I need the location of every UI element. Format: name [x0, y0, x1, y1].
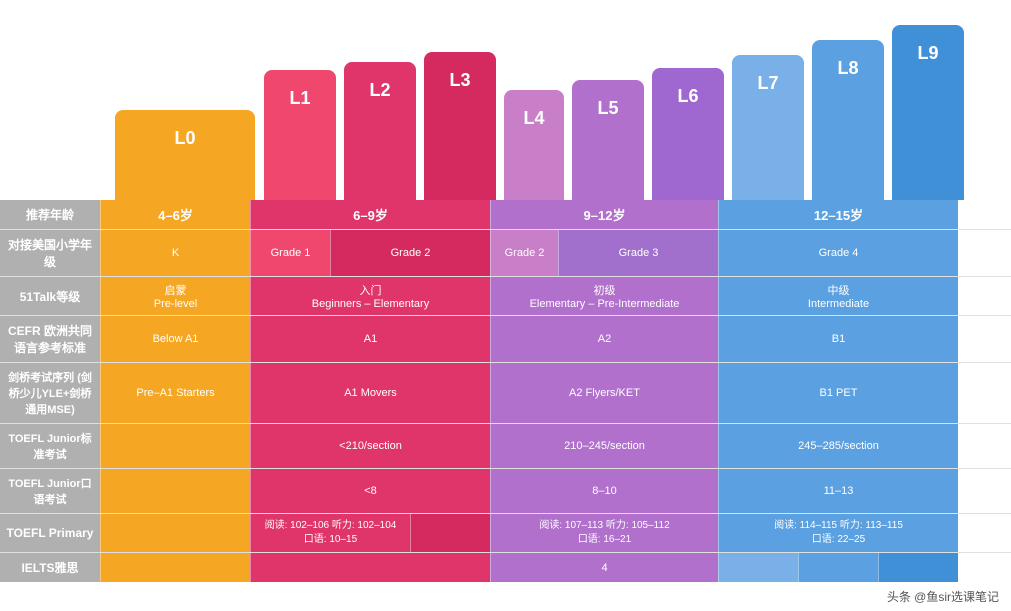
cell-toefl-jr-std-L123: <210/section	[250, 424, 490, 468]
cell-grade-L23: Grade 2	[330, 230, 490, 276]
cell-age-L456: 9–12岁	[490, 200, 718, 229]
row-toefl-primary: TOEFL Primary 阅读: 102–106 听力: 102–104 口语…	[0, 514, 1011, 553]
cell-toefl-p-L789: 阅读: 114–115 听力: 113–115 口语: 22–25	[718, 514, 958, 552]
label-age: 推荐年龄	[0, 200, 100, 229]
cell-age-L123: 6–9岁	[250, 200, 490, 229]
label-ielts: IELTS雅思	[0, 553, 100, 582]
cell-toefl-p-L12: 阅读: 102–106 听力: 102–104 口语: 10–15	[250, 514, 410, 552]
cell-ielts-L456: 4	[490, 553, 718, 582]
cell-ielts-L8	[798, 553, 878, 582]
label-toefl-jr-std: TOEFL Junior标准考试	[0, 424, 100, 468]
bar-L3: L3	[420, 52, 500, 200]
bars-section: L0 L1 L2 L3	[0, 0, 1011, 200]
cell-toefl-jr-sp-L456: 8–10	[490, 469, 718, 513]
cell-51talk-L789: 中级 Intermediate	[718, 277, 958, 315]
bar-L1: L1	[260, 70, 340, 200]
watermark: 头条 @鱼sir选课笔记	[0, 582, 1011, 611]
label-cefr: CEFR 欧洲共同语言参考标准	[0, 316, 100, 362]
label-toefl-primary: TOEFL Primary	[0, 514, 100, 552]
label-toefl-jr-sp: TOEFL Junior口语考试	[0, 469, 100, 513]
cell-toefl-jr-std-L0	[100, 424, 250, 468]
cell-grade-L56: Grade 3	[558, 230, 718, 276]
cell-grade-L1: Grade 1	[250, 230, 330, 276]
bar-L6: L6	[648, 68, 728, 200]
row-cambridge: 剑桥考试序列 (剑桥少儿YLE+剑桥通用MSE) Pre–A1 Starters…	[0, 363, 1011, 424]
bar-L4: L4	[500, 90, 568, 200]
row-cefr: CEFR 欧洲共同语言参考标准 Below A1 A1 A2 B1	[0, 316, 1011, 363]
cell-ielts-L123	[250, 553, 490, 582]
row-toefl-jr-std: TOEFL Junior标准考试 <210/section 210–245/se…	[0, 424, 1011, 469]
cell-toefl-jr-sp-L0	[100, 469, 250, 513]
cell-51talk-L456: 初级 Elementary – Pre-Intermediate	[490, 277, 718, 315]
cell-ielts-L9	[878, 553, 958, 582]
cell-cambridge-L456: A2 Flyers/KET	[490, 363, 718, 423]
cell-age-L0: 4–6岁	[100, 200, 250, 229]
cell-grade-L789: Grade 4	[718, 230, 958, 276]
cell-cambridge-L0: Pre–A1 Starters	[100, 363, 250, 423]
cell-51talk-L123: 入门 Beginners – Elementary	[250, 277, 490, 315]
cell-grade-L0: K	[100, 230, 250, 276]
cell-cefr-L789: B1	[718, 316, 958, 362]
label-cambridge: 剑桥考试序列 (剑桥少儿YLE+剑桥通用MSE)	[0, 363, 100, 423]
label-grade: 对接美国小学年级	[0, 230, 100, 276]
cell-cefr-L456: A2	[490, 316, 718, 362]
table-section: 推荐年龄 4–6岁 6–9岁 9–12岁 12–15岁 对接美国小学年级 K G…	[0, 200, 1011, 582]
bar-L8: L8	[808, 40, 888, 200]
bar-L0: L0	[110, 110, 260, 200]
cell-toefl-jr-sp-L789: 11–13	[718, 469, 958, 513]
cell-cambridge-L789: B1 PET	[718, 363, 958, 423]
cell-age-L789: 12–15岁	[718, 200, 958, 229]
cell-ielts-L0	[100, 553, 250, 582]
bar-L2: L2	[340, 62, 420, 200]
cell-toefl-p-L3	[410, 514, 490, 552]
row-grade: 对接美国小学年级 K Grade 1 Grade 2 Grade 2 Grade…	[0, 230, 1011, 277]
cell-cefr-L123: A1	[250, 316, 490, 362]
row-toefl-jr-sp: TOEFL Junior口语考试 <8 8–10 11–13	[0, 469, 1011, 514]
bar-L7: L7	[728, 55, 808, 200]
cell-cefr-L0: Below A1	[100, 316, 250, 362]
cell-toefl-jr-std-L456: 210–245/section	[490, 424, 718, 468]
cell-cambridge-L123: A1 Movers	[250, 363, 490, 423]
cell-ielts-L7	[718, 553, 798, 582]
main-container: L0 L1 L2 L3	[0, 0, 1011, 611]
cell-toefl-p-L0	[100, 514, 250, 552]
cell-grade-L4: Grade 2	[490, 230, 558, 276]
row-ielts: IELTS雅思 4	[0, 553, 1011, 582]
cell-51talk-L0: 启蒙 Pre-level	[100, 277, 250, 315]
bar-L9: L9	[888, 25, 968, 200]
cell-toefl-jr-sp-L123: <8	[250, 469, 490, 513]
cell-toefl-jr-std-L789: 245–285/section	[718, 424, 958, 468]
row-51talk: 51Talk等级 启蒙 Pre-level 入门 Beginners – Ele…	[0, 277, 1011, 316]
bar-L5: L5	[568, 80, 648, 200]
label-51talk: 51Talk等级	[0, 277, 100, 315]
row-age: 推荐年龄 4–6岁 6–9岁 9–12岁 12–15岁	[0, 200, 1011, 230]
chart-wrapper: L0 L1 L2 L3	[0, 0, 1011, 611]
cell-toefl-p-L456: 阅读: 107–113 听力: 105–112 口语: 16–21	[490, 514, 718, 552]
